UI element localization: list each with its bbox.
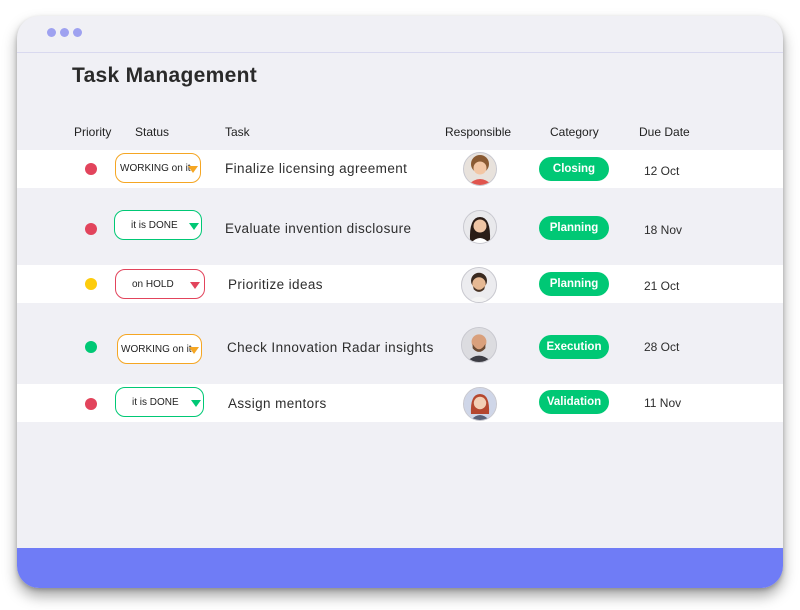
status-label: WORKING on it <box>120 162 191 174</box>
task-name[interactable]: Finalize licensing agreement <box>225 161 407 176</box>
due-date[interactable]: 11 Nov <box>644 396 681 410</box>
column-header-category: Category <box>550 125 599 139</box>
dropdown-caret-icon[interactable] <box>188 166 198 173</box>
avatar-curly-hair-icon <box>464 153 496 185</box>
column-header-due-date: Due Date <box>639 125 690 139</box>
column-header-status: Status <box>135 125 170 139</box>
app-window: Task Management Priority Status Task Res… <box>17 16 783 588</box>
task-name[interactable]: Assign mentors <box>228 396 327 411</box>
category-badge[interactable]: Planning <box>539 216 609 240</box>
page-title: Task Management <box>72 64 257 87</box>
window-dot-icon <box>47 28 56 37</box>
task-name[interactable]: Evaluate invention disclosure <box>225 221 411 236</box>
due-date[interactable]: 18 Nov <box>644 223 682 237</box>
priority-dot-icon <box>85 398 97 410</box>
priority-dot-icon <box>85 163 97 175</box>
window-dot-icon <box>73 28 82 37</box>
status-dropdown[interactable]: it is DONE <box>115 387 204 417</box>
avatar-bald-man-icon <box>462 328 496 362</box>
table-row[interactable]: it is DONE Evaluate invention disclosure… <box>17 188 783 264</box>
status-dropdown[interactable]: it is DONE <box>114 210 202 240</box>
dropdown-caret-icon[interactable] <box>189 223 199 230</box>
status-label: it is DONE <box>131 219 178 231</box>
category-badge[interactable]: Planning <box>539 272 609 296</box>
dropdown-caret-icon[interactable] <box>191 400 201 407</box>
window-footer-bar <box>17 548 783 588</box>
table-row[interactable]: it is DONE Assign mentors Validation 11 … <box>17 384 783 422</box>
avatar[interactable] <box>461 327 497 363</box>
status-label: on HOLD <box>132 278 174 290</box>
avatar[interactable] <box>463 387 497 421</box>
column-header-task: Task <box>225 125 250 139</box>
task-name[interactable]: Prioritize ideas <box>228 277 323 292</box>
column-header-priority: Priority <box>74 125 112 139</box>
category-badge[interactable]: Validation <box>539 390 609 414</box>
status-label: WORKING on it <box>121 343 192 355</box>
due-date[interactable]: 28 Oct <box>644 340 679 354</box>
avatar[interactable] <box>461 267 497 303</box>
status-label: it is DONE <box>132 396 179 408</box>
status-dropdown[interactable]: WORKING on it <box>115 153 201 183</box>
avatar-red-hair-woman-icon <box>464 388 496 420</box>
avatar[interactable] <box>463 210 497 244</box>
category-badge[interactable]: Closing <box>539 157 609 181</box>
column-header-responsible: Responsible <box>445 125 512 139</box>
task-name[interactable]: Check Innovation Radar insights <box>227 340 434 355</box>
due-date[interactable]: 21 Oct <box>644 279 679 293</box>
priority-dot-icon <box>85 341 97 353</box>
status-dropdown[interactable]: WORKING on it <box>117 334 202 364</box>
table-row[interactable]: on HOLD Prioritize ideas Planning 21 Oct <box>17 265 783 303</box>
avatar-bearded-man-icon <box>462 268 496 302</box>
category-badge[interactable]: Execution <box>539 335 609 359</box>
dropdown-caret-icon[interactable] <box>190 282 200 289</box>
priority-dot-icon <box>85 223 97 235</box>
avatar-woman-dark-hair-icon <box>464 211 496 243</box>
priority-dot-icon <box>85 278 97 290</box>
avatar[interactable] <box>463 152 497 186</box>
table-row[interactable]: WORKING on it Finalize licensing agreeme… <box>17 150 783 188</box>
due-date[interactable]: 12 Oct <box>644 164 679 178</box>
table-row[interactable]: WORKING on it Check Innovation Radar ins… <box>17 304 783 384</box>
window-dot-icon <box>60 28 69 37</box>
dropdown-caret-icon[interactable] <box>189 347 199 354</box>
window-titlebar <box>17 16 783 53</box>
status-dropdown[interactable]: on HOLD <box>115 269 205 299</box>
